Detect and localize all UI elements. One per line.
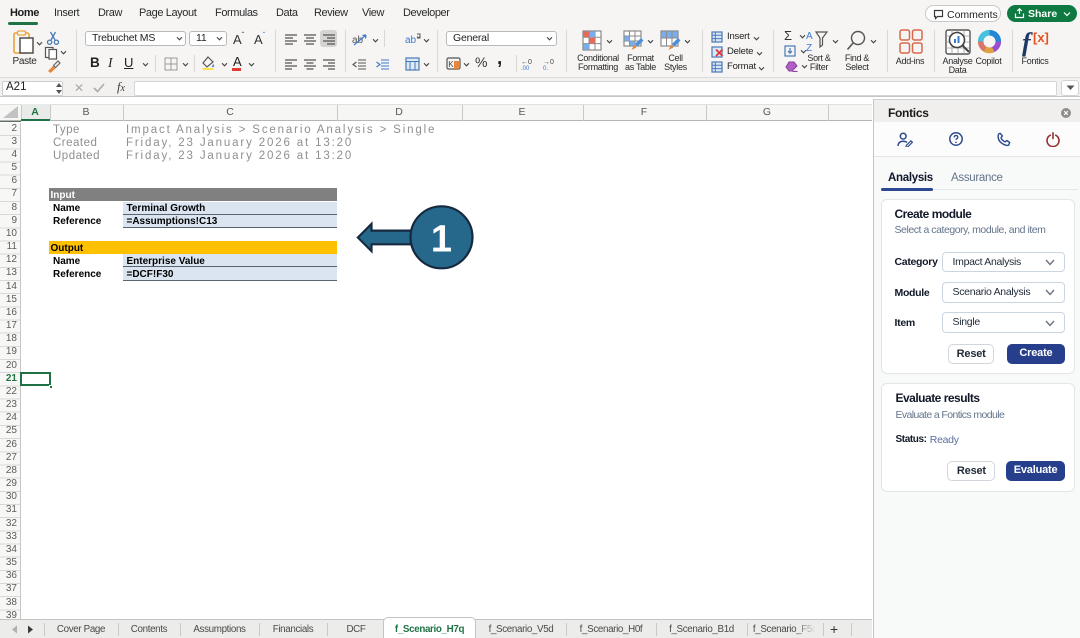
svg-text:Z: Z: [806, 43, 812, 52]
svg-text:ab: ab: [352, 35, 364, 46]
svg-text:0.: 0.: [543, 66, 548, 70]
svg-text:ab: ab: [405, 35, 417, 46]
svg-text:A: A: [806, 31, 813, 42]
svg-text:1: 1: [431, 219, 452, 261]
svg-text:←0: ←0: [521, 59, 532, 66]
svg-text:.00: .00: [521, 66, 530, 70]
svg-text:K: K: [448, 60, 454, 69]
svg-text:→0: →0: [543, 59, 554, 66]
